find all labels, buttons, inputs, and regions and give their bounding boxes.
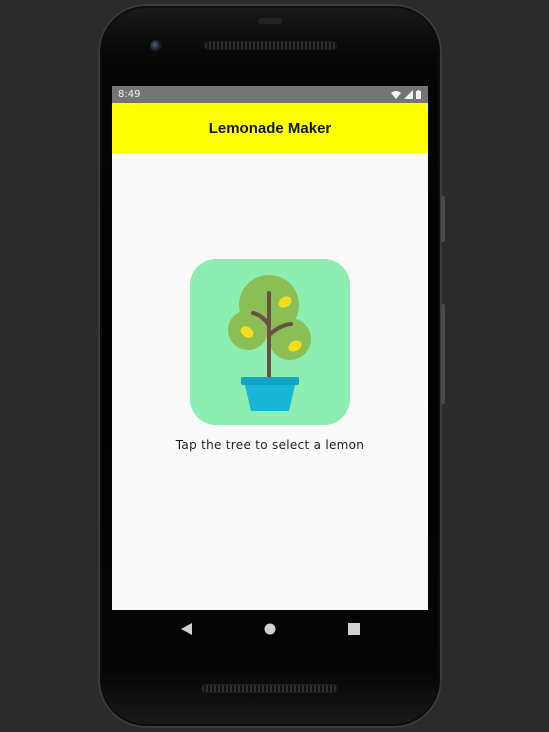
- instruction-text: Tap the tree to select a lemon: [175, 438, 365, 452]
- app-bar: Lemonade Maker: [112, 103, 428, 153]
- earpiece-slot: [258, 18, 282, 24]
- cellular-signal-icon: [404, 90, 413, 99]
- recents-button[interactable]: [334, 611, 374, 647]
- front-camera: [150, 40, 162, 52]
- lemon-tree-image-button[interactable]: [190, 259, 350, 425]
- back-button[interactable]: [166, 611, 206, 647]
- volume-button: [441, 304, 445, 404]
- status-time: 8:49: [118, 89, 141, 100]
- top-speaker-grille: [205, 42, 336, 49]
- status-icons: [391, 90, 421, 99]
- battery-icon: [416, 90, 421, 99]
- recents-icon: [348, 623, 360, 635]
- lemon-tree-icon: [228, 275, 311, 411]
- home-icon: [264, 623, 276, 635]
- wifi-icon: [391, 91, 401, 99]
- navigation-bar: [112, 610, 428, 648]
- main-content: Tap the tree to select a lemon: [112, 153, 428, 610]
- app-screen: 8:49 Lemonade Maker Tap the tree to sele…: [112, 86, 428, 610]
- back-icon: [180, 623, 192, 635]
- home-button[interactable]: [250, 611, 290, 647]
- app-title: Lemonade Maker: [208, 119, 332, 137]
- power-button: [441, 196, 445, 242]
- status-bar: 8:49: [112, 86, 428, 103]
- bottom-speaker-grille: [202, 685, 337, 692]
